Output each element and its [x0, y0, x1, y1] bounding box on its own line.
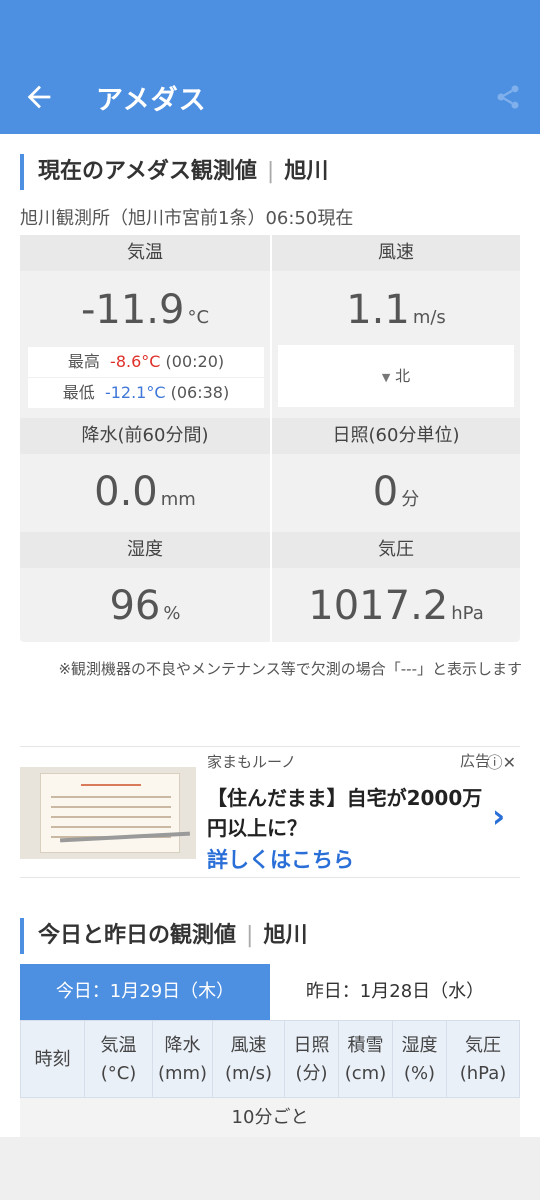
temperature-min: 最低 -12.1°C (06:38) [28, 378, 264, 408]
col-sunshine: 日照 (分) [285, 1021, 339, 1099]
history-section-title: 今日と昨日の観測値 | 旭川 [20, 918, 307, 954]
title-separator: | [246, 923, 254, 948]
min-time: (06:38) [170, 383, 230, 402]
table-header: 時刻 気温 (°C) 降水 (mm) 風速 (m/s) 日照 (分) 積雪 (cm) 湿度… [20, 1020, 520, 1099]
wind-direction-text: 北 [395, 367, 411, 385]
wind-label: 風速 [272, 235, 520, 271]
tab-yesterday[interactable]: 昨日：1月28日（水） [270, 964, 520, 1020]
col-pressure: 気圧 (hPa) [459, 1035, 507, 1084]
humidity-label: 湿度 [20, 532, 270, 568]
page-title: アメダス [96, 85, 207, 116]
sunshine-number: 0 [372, 469, 399, 515]
day-tabs: 今日：1月29日（木） 昨日：1月28日（水） [20, 964, 520, 1020]
title-separator: | [266, 159, 275, 184]
min-label: 最低 [62, 383, 95, 402]
col-temperature: 気温 (°C) [85, 1021, 153, 1099]
col-precip: 降水 (mm) [153, 1021, 213, 1099]
precip-value: 0.0 mm [20, 469, 270, 515]
col-wind: 風速 (m/s) [213, 1021, 285, 1099]
ad-banner[interactable]: 家まもルーノ 広告 ⓘ✕ 【住んだまま】自宅が2000万円以上に？ 詳しくはこち… [20, 746, 520, 878]
max-label: 最高 [67, 352, 100, 371]
min-value: -12.1°C [104, 383, 166, 402]
wind-number: 1.1 [346, 287, 410, 333]
sunshine-label: 日照(60分単位) [272, 418, 520, 454]
max-value: -8.6°C [110, 352, 161, 371]
precip-number: 0.0 [94, 469, 158, 515]
sunshine-value: 0分 [272, 469, 520, 515]
wind-value: 1.1 m/s [272, 287, 520, 333]
current-section-title: 現在のアメダス観測値 | 旭川 [20, 154, 328, 190]
temperature-label: 気温 [20, 235, 270, 271]
pressure-unit: hPa [451, 603, 484, 624]
ad-cta-link[interactable]: 詳しくはこちら [207, 844, 354, 874]
humidity-number: 96 [109, 583, 161, 629]
max-time: (00:20) [165, 352, 225, 371]
pressure-number: 1017.2 [308, 583, 449, 629]
history-location: 旭川 [263, 923, 308, 948]
precip-label: 降水(前60分間) [20, 418, 270, 454]
pressure-label: 気圧 [272, 532, 520, 568]
precip-unit: mm [160, 489, 196, 510]
bottom-bar [0, 1137, 540, 1200]
ad-headline[interactable]: 【住んだまま】自宅が2000万円以上に？ [207, 783, 487, 843]
missing-data-note: ※観測機器の不良やメンテナンス等で欠測の場合「---」と表示します [58, 660, 522, 678]
temperature-value: -11.9 °C [20, 287, 270, 333]
current-title-text: 現在のアメダス観測値 [38, 159, 257, 184]
sunshine-unit: 分 [401, 489, 420, 510]
app-bar: アメダス [0, 0, 540, 134]
arrow-left-icon[interactable] [22, 80, 56, 114]
humidity-unit: % [163, 603, 181, 624]
tab-today[interactable]: 今日：1月29日（木） [20, 964, 270, 1020]
wind-arrow-icon: ▼ [381, 371, 391, 384]
history-title-text: 今日と昨日の観測値 [38, 923, 237, 948]
station-info: 旭川観測所（旭川市宮前1条）06:50現在 [20, 208, 354, 229]
content: 現在のアメダス観測値 | 旭川 旭川観測所（旭川市宮前1条）06:50現在 気温 -… [0, 134, 540, 1137]
interval-label: 10分ごと [20, 1098, 520, 1137]
col-time: 時刻 [21, 1021, 85, 1099]
col-humidity: 湿度 (%) [393, 1021, 447, 1099]
share-icon[interactable] [494, 82, 522, 112]
ad-close-icon[interactable]: ⓘ✕ [487, 749, 516, 773]
temperature-number: -11.9 [80, 287, 185, 333]
temperature-unit: °C [187, 307, 210, 328]
col-snow: 積雪 (cm) [339, 1021, 393, 1099]
ad-thumbnail[interactable] [20, 767, 196, 859]
ad-sponsor: 家まもルーノ [207, 753, 297, 771]
chevron-right-icon[interactable]: › [492, 797, 505, 835]
wind-direction: ▼ 北 [278, 345, 514, 407]
pressure-value: 1017.2 hPa [272, 583, 520, 629]
temperature-max: 最高 -8.6°C (00:20) [28, 347, 264, 377]
ad-label: 広告 [459, 752, 490, 770]
current-location: 旭川 [284, 159, 329, 184]
humidity-value: 96% [20, 583, 270, 629]
wind-unit: m/s [412, 307, 446, 328]
observation-grid: 気温 -11.9 °C 最高 -8.6°C (00:20) 最低 -12.1°C … [20, 235, 520, 642]
